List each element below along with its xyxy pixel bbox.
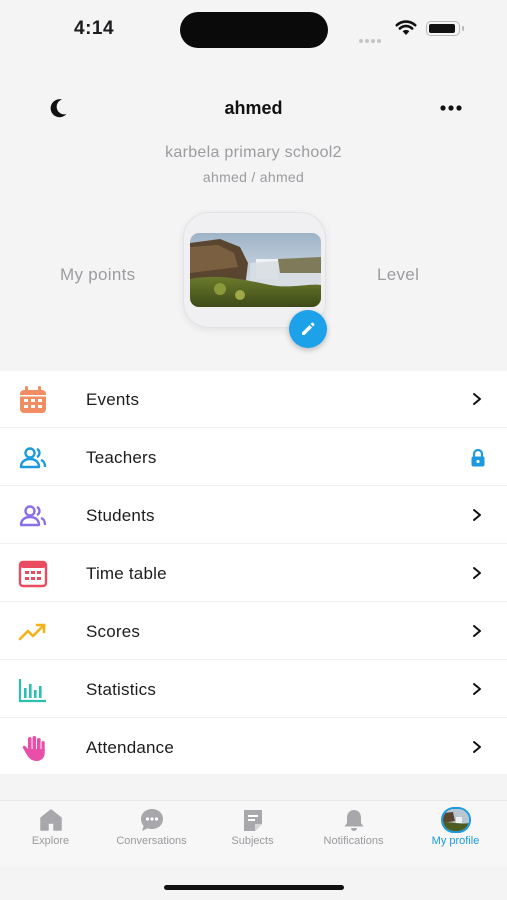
chevron-right-icon xyxy=(473,683,481,695)
trending-icon xyxy=(18,623,46,641)
school-name: karbela primary school2 xyxy=(165,144,342,161)
menu-list: Events Teachers Students Time table Scor… xyxy=(0,371,507,774)
profile-avatar xyxy=(441,807,471,833)
bell-icon xyxy=(344,810,364,831)
menu-item-label: Time table xyxy=(86,564,167,583)
wifi-icon xyxy=(395,20,417,35)
teachers-icon xyxy=(19,447,47,469)
tab-explore[interactable]: Explore xyxy=(0,801,101,867)
cellular-signal-icon xyxy=(359,30,383,48)
my-points-label[interactable]: My points xyxy=(60,265,135,285)
tab-label: Notifications xyxy=(323,835,384,847)
menu-item-statistics[interactable]: Statistics xyxy=(0,661,507,718)
chevron-right-icon xyxy=(473,741,481,753)
dynamic-island xyxy=(180,12,328,48)
menu-item-students[interactable]: Students xyxy=(0,487,507,544)
tab-my-profile[interactable]: My profile xyxy=(405,801,506,867)
status-time: 4:14 xyxy=(74,18,115,39)
home-indicator xyxy=(164,885,344,890)
menu-item-label: Attendance xyxy=(86,738,175,757)
tab-label: Conversations xyxy=(116,835,187,847)
tab-label: Explore xyxy=(31,835,70,847)
chat-icon xyxy=(141,809,163,831)
students-icon xyxy=(19,505,47,527)
level-label[interactable]: Level xyxy=(377,265,419,285)
user-path: ahmed / ahmed xyxy=(202,169,305,185)
tab-conversations[interactable]: Conversations xyxy=(101,801,202,867)
tab-label: Subjects xyxy=(231,835,274,847)
menu-item-timetable[interactable]: Time table xyxy=(0,545,507,602)
lock-icon xyxy=(471,448,485,467)
tab-notifications[interactable]: Notifications xyxy=(303,801,404,867)
menu-item-teachers[interactable]: Teachers xyxy=(0,429,507,486)
home-icon xyxy=(40,809,62,831)
menu-item-scores[interactable]: Scores xyxy=(0,603,507,660)
menu-item-events[interactable]: Events xyxy=(0,371,507,428)
status-bar: 4:14 xyxy=(0,0,507,58)
page-title: ahmed xyxy=(224,98,283,118)
menu-item-label: Events xyxy=(86,390,140,409)
pencil-icon xyxy=(302,322,315,335)
chevron-right-icon xyxy=(473,625,481,637)
menu-item-label: Students xyxy=(86,506,155,525)
bar-chart-icon xyxy=(18,679,46,703)
chevron-right-icon xyxy=(473,567,481,579)
chevron-right-icon xyxy=(473,509,481,521)
timetable-icon xyxy=(18,560,48,588)
menu-item-attendance[interactable]: Attendance xyxy=(0,719,507,776)
hand-icon xyxy=(22,736,45,761)
more-icon[interactable] xyxy=(438,96,464,120)
menu-item-label: Statistics xyxy=(86,680,157,699)
tab-bar: Explore Conversations Subjects Notificat… xyxy=(0,800,507,866)
battery-icon xyxy=(426,21,464,36)
profile-picture xyxy=(190,233,321,307)
chevron-right-icon xyxy=(473,393,481,405)
tab-subjects[interactable]: Subjects xyxy=(202,801,303,867)
menu-item-label: Scores xyxy=(86,622,141,641)
note-icon xyxy=(244,810,262,831)
tab-label: My profile xyxy=(431,835,480,847)
menu-item-label: Teachers xyxy=(86,448,157,467)
edit-profile-picture-button[interactable] xyxy=(289,310,327,348)
calendar-icon xyxy=(20,386,46,413)
